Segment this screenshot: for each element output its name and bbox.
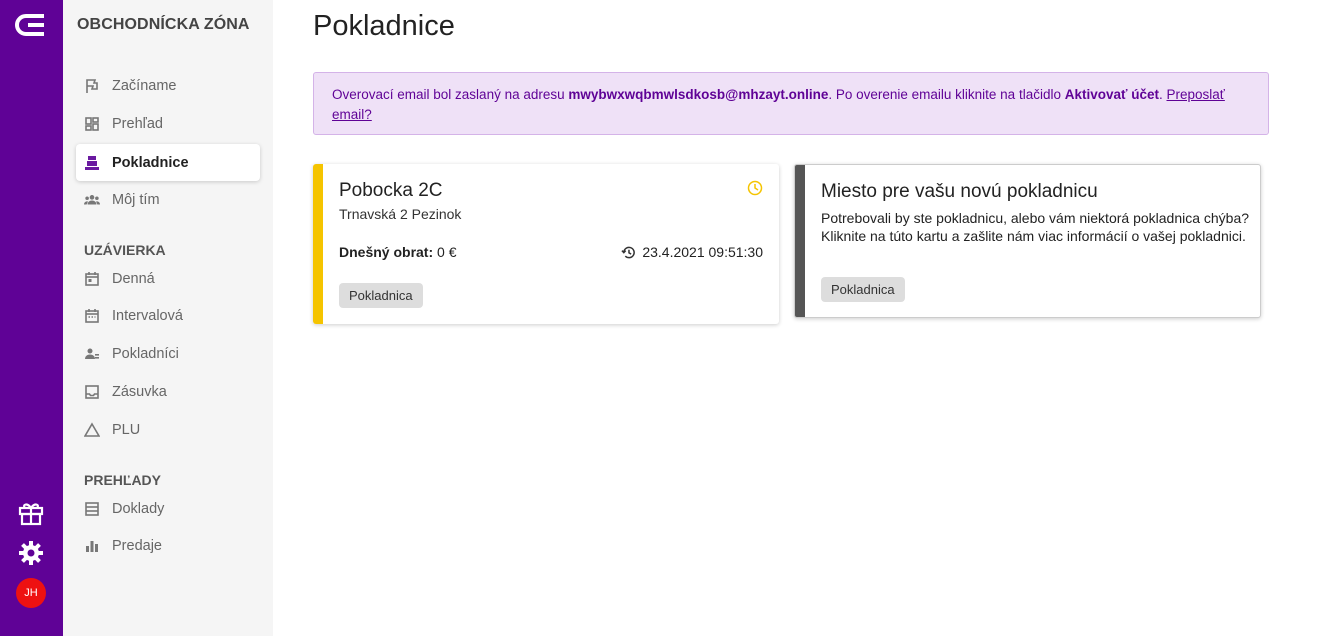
flag-icon: [84, 78, 100, 94]
alert-action-name: Aktivovať účet: [1064, 87, 1159, 102]
sidebar-item-label: Začíname: [112, 77, 177, 94]
sidebar-item-label: PLU: [112, 421, 141, 438]
sidebar-item-label: Pokladnice: [112, 154, 189, 171]
app-rail: JH: [0, 0, 63, 636]
new-register-card[interactable]: Miesto pre vašu novú pokladnicu Potrebov…: [794, 164, 1261, 318]
section-title-prehlady: PREHĽADY: [84, 472, 162, 488]
sidebar-item-prehlad[interactable]: Prehľad: [76, 105, 260, 142]
sidebar-item-label: Denná: [112, 270, 155, 287]
register-type-chip: Pokladnica: [821, 277, 905, 302]
register-address: Trnavská 2 Pezinok: [339, 206, 462, 222]
register-type-chip: Pokladnica: [339, 283, 423, 308]
card-status-accent: [795, 165, 805, 317]
sidebar-item-zasuvka[interactable]: Zásuvka: [76, 373, 260, 410]
alert-text-prefix: Overovací email bol zaslaný na adresu: [332, 87, 569, 102]
sidebar-item-predaje[interactable]: Predaje: [76, 527, 260, 564]
sidebar-item-label: Intervalová: [112, 307, 183, 324]
calendar-range-icon: [84, 308, 100, 324]
calendar-day-icon: [84, 271, 100, 287]
new-register-description: Potrebovali by ste pokladnicu, alebo vám…: [821, 210, 1250, 244]
sidebar: OBCHODNÍCKA ZÓNA Začíname Prehľad Poklad…: [63, 0, 273, 636]
brand-logo-icon[interactable]: [14, 12, 48, 38]
cashiers-icon: [84, 346, 100, 362]
sidebar-item-label: Predaje: [112, 537, 162, 554]
sidebar-item-intervalova[interactable]: Intervalová: [76, 297, 260, 334]
new-register-title: Miesto pre vašu novú pokladnicu: [821, 181, 1098, 202]
zone-title: OBCHODNÍCKA ZÓNA: [77, 16, 250, 33]
section-title-uzavierka: UZÁVIERKA: [84, 242, 166, 258]
dashboard-icon: [84, 116, 100, 132]
triangle-icon: [84, 421, 100, 438]
alert-text-middle: . Po overenie emailu kliknite na tlačidl…: [828, 87, 1065, 102]
sidebar-item-label: Môj tím: [112, 191, 160, 208]
sidebar-item-label: Zásuvka: [112, 383, 167, 400]
cash-register-icon: [84, 155, 100, 171]
team-icon: [84, 192, 100, 208]
bar-chart-icon: [84, 538, 100, 554]
user-avatar[interactable]: JH: [16, 578, 46, 608]
sidebar-item-plu[interactable]: PLU: [76, 411, 260, 448]
card-status-accent: [313, 164, 323, 324]
sidebar-item-doklady[interactable]: Doklady: [76, 490, 260, 527]
register-name: Pobocka 2C: [339, 180, 443, 201]
sidebar-item-denna[interactable]: Denná: [76, 260, 260, 297]
email-verification-alert: Overovací email bol zaslaný na adresu mw…: [313, 72, 1269, 135]
page-title: Pokladnice: [313, 10, 455, 42]
today-turnover: Dnešný obrat: 0 €: [339, 244, 456, 260]
last-sync: 23.4.2021 09:51:30: [621, 244, 763, 260]
sidebar-item-label: Doklady: [112, 500, 165, 517]
sidebar-item-pokladnice[interactable]: Pokladnice: [76, 144, 260, 181]
alert-email: mwybwxwqbmwlsdkosb@mhzayt.online: [568, 87, 829, 102]
receipts-icon: [84, 501, 100, 517]
clock-status-icon: [747, 180, 763, 196]
last-sync-time: 23.4.2021 09:51:30: [642, 244, 763, 260]
sidebar-item-zaciname[interactable]: Začíname: [76, 67, 260, 104]
alert-text-suffix: .: [1158, 87, 1167, 102]
register-card[interactable]: Pobocka 2C Trnavská 2 Pezinok Dnešný obr…: [313, 164, 779, 324]
gift-icon[interactable]: [17, 499, 45, 527]
history-icon: [621, 246, 636, 258]
turnover-label: Dnešný obrat:: [339, 244, 434, 260]
turnover-value: 0 €: [433, 244, 457, 260]
sidebar-item-label: Pokladníci: [112, 345, 179, 362]
sidebar-item-pokladnici[interactable]: Pokladníci: [76, 335, 260, 372]
sidebar-item-moj-tim[interactable]: Môj tím: [76, 181, 260, 218]
drawer-icon: [84, 384, 100, 400]
settings-gear-icon[interactable]: [17, 539, 45, 567]
sidebar-item-label: Prehľad: [112, 115, 163, 132]
